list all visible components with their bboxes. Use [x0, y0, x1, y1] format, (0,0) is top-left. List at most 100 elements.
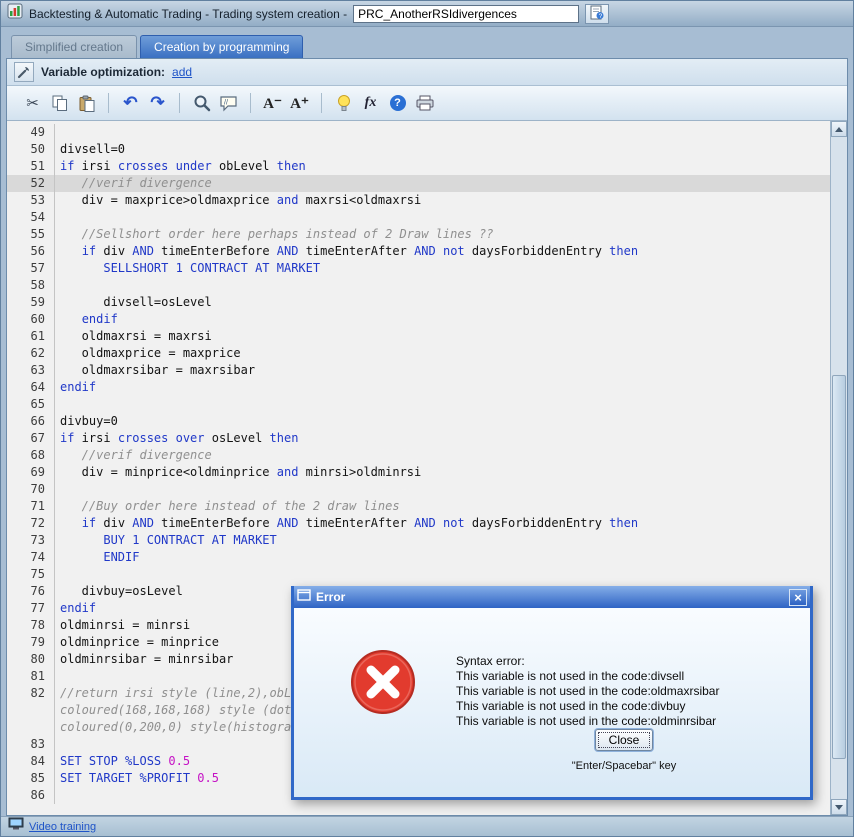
code-line[interactable]: 61 oldmaxrsi = maxrsi: [7, 328, 830, 345]
code-text: oldminprice = minprice: [60, 635, 219, 649]
dialog-window-icon: [297, 588, 311, 606]
line-number: 50: [7, 141, 55, 158]
scrollbar-thumb[interactable]: [832, 375, 846, 760]
redo-icon[interactable]: ↷: [144, 90, 171, 116]
line-number: 80: [7, 651, 55, 668]
code-text: oldmaxrsi = maxrsi: [60, 329, 212, 343]
help-icon[interactable]: ?: [384, 90, 411, 116]
code-text: if div AND timeEnterBefore AND timeEnter…: [81, 244, 639, 258]
font-decrease-icon[interactable]: A⁻: [259, 90, 286, 116]
code-line[interactable]: 71 //Buy order here instead of the 2 dra…: [7, 498, 830, 515]
edit-name-button[interactable]: ?: [585, 3, 610, 24]
code-text: SET TARGET %PROFIT 0.5: [60, 771, 219, 785]
hint-lightbulb-icon[interactable]: [330, 90, 357, 116]
code-line[interactable]: 62 oldmaxprice = maxprice: [7, 345, 830, 362]
code-line[interactable]: 57 SELLSHORT 1 CONTRACT AT MARKET: [7, 260, 830, 277]
error-dialog: Error × Syntax error: This variable is no…: [291, 586, 813, 800]
code-line[interactable]: 53 div = maxprice>oldmaxprice and maxrsi…: [7, 192, 830, 209]
svg-text://: //: [224, 99, 228, 106]
function-wizard-icon[interactable]: fx: [357, 90, 384, 116]
line-number: 86: [7, 787, 55, 804]
scrollbar-track[interactable]: [831, 137, 847, 799]
line-number: 70: [7, 481, 55, 498]
vertical-scrollbar[interactable]: [830, 121, 847, 815]
line-number: [7, 702, 55, 719]
dialog-close-icon[interactable]: ×: [789, 588, 807, 606]
font-increase-icon[interactable]: A⁺: [286, 90, 313, 116]
code-line[interactable]: 73 BUY 1 CONTRACT AT MARKET: [7, 532, 830, 549]
code-line[interactable]: 75: [7, 566, 830, 583]
line-number: 75: [7, 566, 55, 583]
line-number: 67: [7, 430, 55, 447]
line-number: 62: [7, 345, 55, 362]
code-line[interactable]: 63 oldmaxrsibar = maxrsibar: [7, 362, 830, 379]
code-line[interactable]: 74 ENDIF: [7, 549, 830, 566]
line-number: 78: [7, 617, 55, 634]
code-text: if irsi crosses over osLevel then: [60, 431, 299, 445]
code-line[interactable]: 54: [7, 209, 830, 226]
scroll-down-arrow-icon[interactable]: [831, 799, 847, 815]
dialog-title: Error: [316, 590, 346, 604]
code-line[interactable]: 64 endif: [7, 379, 830, 396]
cut-icon[interactable]: ✂: [19, 90, 46, 116]
code-line[interactable]: 60 endif: [7, 311, 830, 328]
code-line[interactable]: 72 if div AND timeEnterBefore AND timeEn…: [7, 515, 830, 532]
code-line[interactable]: 51 if irsi crosses under obLevel then: [7, 158, 830, 175]
code-line[interactable]: 69 div = minprice<oldminprice and minrsi…: [7, 464, 830, 481]
undo-icon[interactable]: ↶: [117, 90, 144, 116]
line-number: 83: [7, 736, 55, 753]
comment-icon[interactable]: //: [215, 90, 242, 116]
print-icon[interactable]: [411, 90, 438, 116]
code-line[interactable]: 58: [7, 277, 830, 294]
line-number: 49: [7, 124, 55, 141]
dialog-body: Syntax error: This variable is not used i…: [294, 608, 810, 797]
video-training-link[interactable]: Video training: [29, 821, 96, 833]
code-line[interactable]: 68 //verif divergence: [7, 447, 830, 464]
toolbar-separator: [108, 93, 109, 113]
code-line[interactable]: 67 if irsi crosses over osLevel then: [7, 430, 830, 447]
tab-creation-by-programming[interactable]: Creation by programming: [140, 35, 304, 58]
code-line[interactable]: 49: [7, 124, 830, 141]
code-line[interactable]: 52 //verif divergence: [7, 175, 830, 192]
paste-icon[interactable]: [73, 90, 100, 116]
code-line[interactable]: 66 divbuy=0: [7, 413, 830, 430]
line-number: 73: [7, 532, 55, 549]
line-number: 58: [7, 277, 55, 294]
code-line[interactable]: 70: [7, 481, 830, 498]
search-icon[interactable]: [188, 90, 215, 116]
code-line[interactable]: 55 //Sellshort order here perhaps instea…: [7, 226, 830, 243]
code-line[interactable]: 50 divsell=0: [7, 141, 830, 158]
code-text: //return irsi style (line,2),obLev: [60, 686, 306, 700]
close-button[interactable]: Close: [595, 729, 653, 751]
svg-text:?: ?: [599, 13, 603, 20]
toolbar-separator: [179, 93, 180, 113]
code-text: oldmaxrsibar = maxrsibar: [60, 363, 256, 377]
line-number: 77: [7, 600, 55, 617]
code-text: oldminrsi = minrsi: [60, 618, 191, 632]
dialog-message: This variable is not used in the code:ol…: [456, 714, 717, 728]
code-text: divsell=osLevel: [60, 295, 212, 309]
code-line[interactable]: 65: [7, 396, 830, 413]
dialog-title-bar: Error ×: [294, 586, 810, 608]
scroll-up-arrow-icon[interactable]: [831, 121, 847, 137]
line-number: 79: [7, 634, 55, 651]
code-line[interactable]: 56 if div AND timeEnterBefore AND timeEn…: [7, 243, 830, 260]
line-number: 60: [7, 311, 55, 328]
code-text: div = minprice<oldminprice and minrsi>ol…: [60, 465, 422, 479]
status-bar: Video training: [1, 816, 853, 836]
code-line[interactable]: 59 divsell=osLevel: [7, 294, 830, 311]
copy-icon[interactable]: [46, 90, 73, 116]
code-text: div = maxprice>oldmaxprice and maxrsi<ol…: [60, 193, 422, 207]
code-text: coloured(168,168,168) style (dott: [60, 703, 299, 717]
line-number: 57: [7, 260, 55, 277]
title-bar: Backtesting & Automatic Trading - Tradin…: [1, 1, 853, 27]
system-name-input[interactable]: [353, 4, 580, 23]
code-text: coloured(0,200,0) style(histogram: [60, 720, 299, 734]
add-optimization-link[interactable]: add: [172, 65, 192, 79]
line-number: 68: [7, 447, 55, 464]
tab-simplified-creation[interactable]: Simplified creation: [11, 35, 138, 58]
